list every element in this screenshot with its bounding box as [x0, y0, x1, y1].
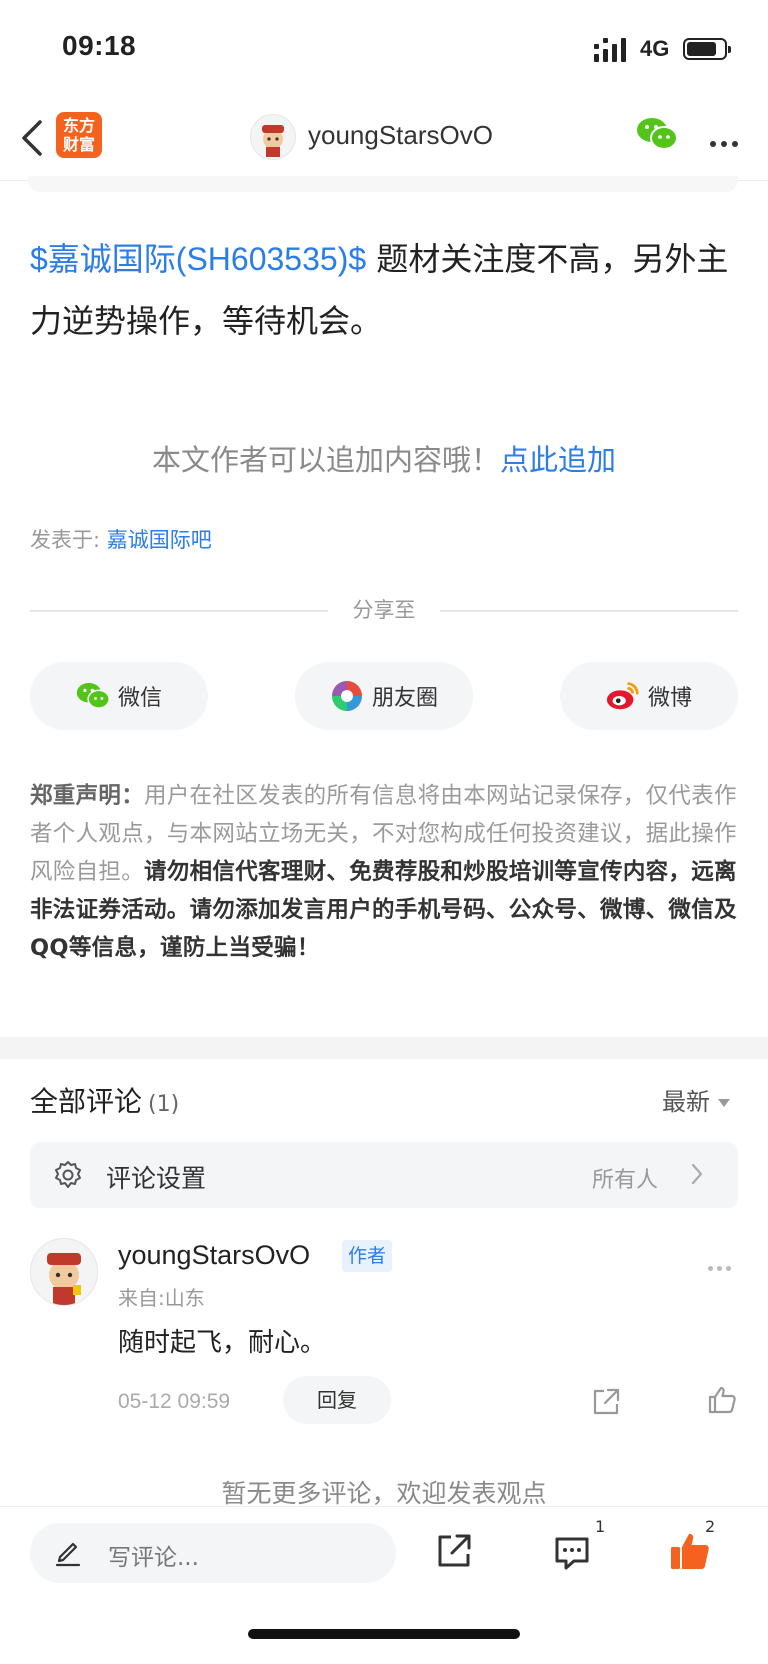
- disclaimer-lead: 郑重声明：: [30, 783, 145, 809]
- share-moments-button[interactable]: 朋友圈: [295, 662, 473, 730]
- share-weibo-label: 微博: [647, 686, 692, 711]
- share-divider-right: [440, 610, 738, 612]
- comment-author-name[interactable]: youngStarsOvO: [118, 1240, 310, 1271]
- published-label: 发表于:: [30, 528, 107, 552]
- no-more-comments: 暂无更多评论，欢迎发表观点: [221, 1479, 547, 1508]
- moments-icon: [331, 681, 362, 711]
- caret-down-icon: [718, 1099, 730, 1107]
- wechat-icon: [76, 683, 110, 709]
- comment-location: 来自:山东: [118, 1286, 205, 1310]
- comment-placeholder: 写评论...: [108, 1545, 199, 1571]
- weibo-icon: [606, 682, 639, 710]
- wechat-icon[interactable]: [636, 116, 678, 152]
- comments-count: (1): [148, 1092, 180, 1117]
- comment-avatar[interactable]: [30, 1238, 98, 1306]
- sort-dropdown[interactable]: 最新: [662, 1082, 730, 1117]
- comment-count-badge: 1: [595, 1517, 606, 1536]
- sort-label: 最新: [662, 1088, 710, 1116]
- comment-more-icon[interactable]: [708, 1256, 735, 1275]
- chevron-right-icon: [691, 1163, 703, 1185]
- network-type: 4G: [640, 36, 670, 61]
- comment-icon[interactable]: [552, 1533, 592, 1573]
- comment-input[interactable]: 写评论...: [30, 1523, 396, 1583]
- section-gap: [0, 1037, 768, 1059]
- share-wechat-label: 微信: [117, 686, 162, 711]
- forum-link[interactable]: 嘉诚国际吧: [107, 528, 212, 552]
- share-wechat-button[interactable]: 微信: [30, 662, 208, 730]
- share-moments-label: 朋友圈: [371, 686, 438, 711]
- comments-title: 全部评论 (1): [30, 1080, 179, 1120]
- like-count-badge: 2: [705, 1517, 716, 1536]
- comment-time: 05-12 09:59: [118, 1390, 231, 1413]
- pencil-icon: [55, 1542, 81, 1567]
- published-in: 发表于: 嘉诚国际吧: [30, 524, 212, 554]
- bottom-action-bar: 写评论... 1 2: [0, 1506, 768, 1664]
- home-indicator[interactable]: [248, 1629, 520, 1639]
- append-prompt: 本文作者可以追加内容哦！点此追加: [0, 437, 768, 479]
- comment-settings-label: 评论设置: [106, 1164, 207, 1193]
- share-icon[interactable]: [590, 1386, 622, 1418]
- author-badge: 作者: [342, 1240, 393, 1272]
- back-arrow-icon[interactable]: [18, 118, 48, 158]
- comment-settings-value: 所有人: [592, 1168, 659, 1193]
- header-divider: [28, 176, 738, 192]
- post-body: $嘉诚国际(SH603535)$ 题材关注度不高，另外主力逆势操作，等待机会。: [30, 228, 740, 352]
- comments-title-label: 全部评论: [30, 1085, 143, 1118]
- append-text: 本文作者可以追加内容哦！: [151, 443, 500, 477]
- append-link[interactable]: 点此追加: [500, 443, 616, 477]
- gear-icon: [55, 1161, 81, 1188]
- battery-icon: [683, 38, 731, 60]
- disclaimer: 郑重声明：用户在社区发表的所有信息将由本网站记录保存，仅代表作者个人观点，与本网…: [30, 777, 740, 967]
- share-weibo-button[interactable]: 微博: [560, 662, 738, 730]
- comment-settings-row[interactable]: 评论设置 所有人: [30, 1142, 738, 1208]
- status-bar: 09:18 4G: [0, 0, 768, 96]
- nav-bar: 东方 财富 youngStarsOvO: [0, 100, 768, 181]
- signal-icon: [594, 38, 626, 62]
- stock-link[interactable]: $嘉诚国际(SH603535)$: [30, 241, 366, 277]
- share-icon[interactable]: [434, 1531, 474, 1571]
- thumbs-up-icon[interactable]: [706, 1384, 738, 1416]
- author-avatar[interactable]: [250, 114, 296, 160]
- share-label: 分享至: [352, 598, 416, 622]
- app-logo[interactable]: 东方 财富: [56, 112, 102, 158]
- status-time: 09:18: [62, 30, 137, 61]
- more-options-icon[interactable]: [710, 132, 743, 151]
- comment-text: 随时起飞，耐心。: [118, 1328, 327, 1358]
- reply-button[interactable]: 回复: [283, 1376, 391, 1424]
- nav-title[interactable]: youngStarsOvO: [308, 120, 493, 151]
